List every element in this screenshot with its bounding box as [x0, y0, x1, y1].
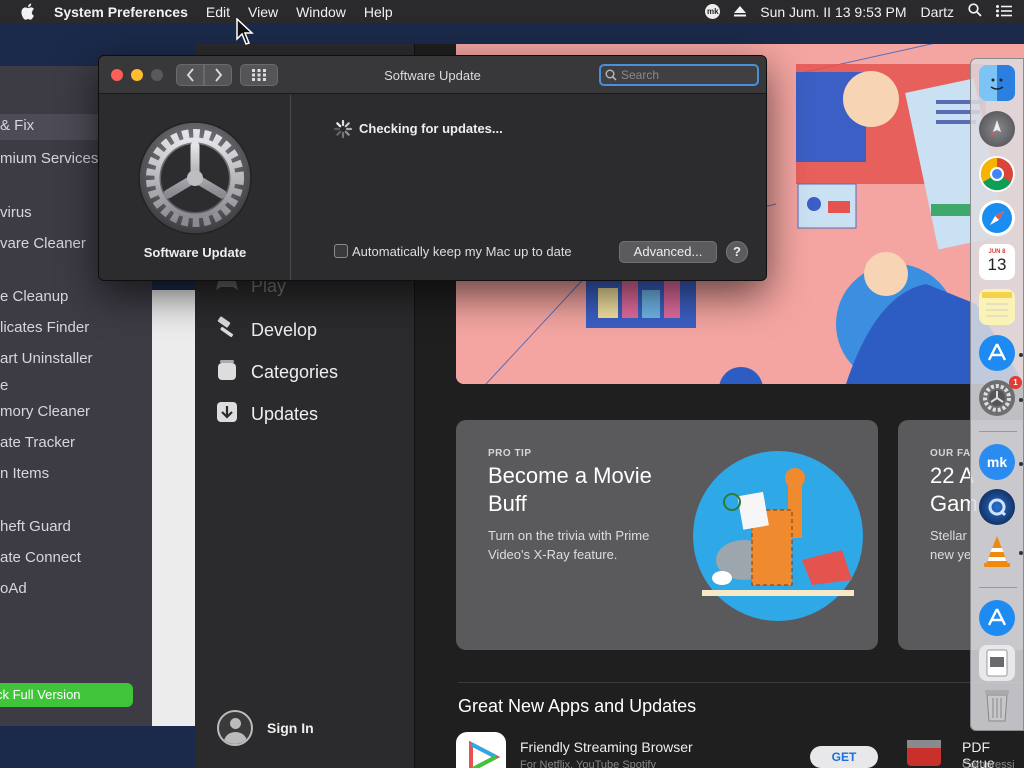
menu-help[interactable]: Help	[355, 4, 402, 20]
trash-icon[interactable]	[979, 687, 1015, 723]
system-preferences-icon[interactable]: 1	[979, 376, 1022, 416]
sign-in-label: Sign In	[267, 720, 314, 736]
preview-icon[interactable]	[979, 645, 1015, 681]
safari-icon[interactable]	[979, 200, 1015, 236]
clock[interactable]: Sun Jum. II 13 9:53 PM	[760, 4, 906, 20]
notes-icon[interactable]	[979, 289, 1015, 325]
mk-app-icon[interactable]: mk	[979, 444, 1015, 480]
vlc-icon[interactable]	[979, 533, 1015, 569]
app-store-icon[interactable]	[979, 335, 1015, 371]
eject-icon[interactable]	[734, 4, 747, 20]
sidebar-item[interactable]: n Items	[0, 465, 49, 482]
card-eyebrow: PRO TIP	[488, 448, 532, 459]
unlock-full-version-button[interactable]: ck Full Version	[0, 683, 133, 707]
search-icon	[605, 69, 617, 81]
auto-update-checkbox[interactable]	[334, 244, 348, 258]
sidebar-item[interactable]: mium Services	[0, 150, 98, 167]
software-update-gear-icon	[138, 121, 252, 235]
app-subtitle: Compressi	[962, 759, 1015, 768]
running-indicator	[1019, 398, 1023, 402]
sidebar-item-categories[interactable]: Categories	[215, 358, 338, 387]
finder-icon[interactable]	[979, 65, 1015, 101]
sidebar-item[interactable]: e	[0, 377, 8, 394]
streaming-browser-app-icon[interactable]	[456, 732, 506, 768]
sidebar-item[interactable]: licates Finder	[0, 319, 89, 336]
app-subtitle: For Netflix, YouTube Spotify	[520, 759, 656, 768]
sidebar-item[interactable]: ate Connect	[0, 549, 81, 566]
card-title: Become a Movie Buff	[488, 463, 652, 516]
chrome-icon[interactable]	[979, 156, 1015, 192]
sidebar-item-label: Categories	[251, 362, 339, 382]
card-description: Turn on the trivia with Prime Video's X-…	[488, 528, 650, 562]
app-store-icon[interactable]	[979, 600, 1015, 636]
mk-status-icon[interactable]: mk	[705, 4, 721, 19]
update-status-text: Checking for updates...	[359, 121, 503, 136]
movie-buff-illustration	[693, 451, 863, 621]
pane-name: Software Update	[143, 245, 247, 260]
notification-badge: 1	[1009, 376, 1022, 389]
menu-edit[interactable]: Edit	[197, 4, 239, 20]
sidebar-item[interactable]: mory Cleaner	[0, 403, 90, 420]
app-title[interactable]: Friendly Streaming Browser	[520, 739, 693, 755]
app-menu[interactable]: System Preferences	[54, 4, 197, 20]
software-update-pane-header: Software Update	[99, 95, 291, 280]
menu-bar: System Preferences Edit View Window Help…	[0, 0, 1024, 23]
section-title: Great New Apps and Updates	[458, 696, 697, 716]
calendar-icon[interactable]: JUN 8 13	[979, 244, 1015, 280]
mk-label: mk	[986, 454, 1008, 470]
loading-spinner-icon	[333, 119, 353, 139]
section-divider	[458, 682, 1024, 683]
search-input[interactable]	[621, 68, 746, 82]
sidebar-item-develop[interactable]: Develop	[215, 316, 317, 345]
sidebar-item[interactable]: oAd	[0, 580, 27, 597]
card-eyebrow: OUR FA	[930, 448, 971, 459]
advanced-button[interactable]: Advanced...	[619, 241, 717, 263]
sidebar-item-label: Updates	[251, 404, 319, 424]
avatar-icon	[217, 710, 253, 746]
software-update-window: Software Update Software Update	[98, 55, 767, 281]
sidebar-item[interactable]: e Cleanup	[0, 288, 68, 305]
launchpad-icon[interactable]	[979, 111, 1015, 147]
sidebar-item[interactable]: heft Guard	[0, 518, 71, 535]
auto-update-label[interactable]: Automatically keep my Mac up to date	[352, 244, 572, 259]
pro-tip-card[interactable]: PRO TIP Become a Movie Buff Turn on the …	[456, 420, 878, 650]
pdf-squeezer-app-icon[interactable]	[905, 738, 943, 768]
sign-in-button[interactable]: Sign In	[217, 710, 314, 746]
cleaner-content-area	[152, 290, 196, 726]
hammer-icon	[215, 316, 239, 345]
apple-menu-icon[interactable]	[0, 3, 54, 20]
help-button[interactable]: ?	[726, 241, 748, 263]
get-button[interactable]: GET	[810, 746, 878, 768]
sidebar-item[interactable]: art Uninstaller	[0, 350, 93, 367]
dock: JUN 8 13 1 mk	[970, 58, 1024, 731]
notification-center-icon[interactable]	[996, 4, 1012, 20]
title-bar[interactable]: Software Update	[99, 56, 766, 94]
calendar-day: 13	[987, 255, 1007, 274]
search-field[interactable]	[599, 64, 759, 86]
sidebar-item-updates[interactable]: Updates	[215, 400, 318, 429]
running-indicator	[1019, 551, 1023, 555]
categories-icon	[215, 358, 239, 387]
sidebar-item[interactable]: virus	[0, 204, 32, 221]
updates-icon	[215, 400, 239, 429]
dock-separator	[979, 431, 1017, 432]
sidebar-item-label: Develop	[251, 320, 318, 340]
sidebar-item[interactable]: ate Tracker	[0, 434, 75, 451]
mouse-pointer-icon	[236, 18, 254, 45]
running-indicator	[1019, 353, 1023, 357]
sidebar-item[interactable]: & Fix	[0, 117, 34, 134]
user-name[interactable]: Dartz	[921, 4, 954, 20]
spotlight-search-icon[interactable]	[968, 3, 982, 20]
dock-separator	[979, 587, 1017, 588]
menu-window[interactable]: Window	[287, 4, 355, 20]
running-indicator	[1019, 462, 1023, 466]
quicktime-icon[interactable]	[979, 489, 1015, 525]
sidebar-item[interactable]: vare Cleaner	[0, 235, 86, 252]
